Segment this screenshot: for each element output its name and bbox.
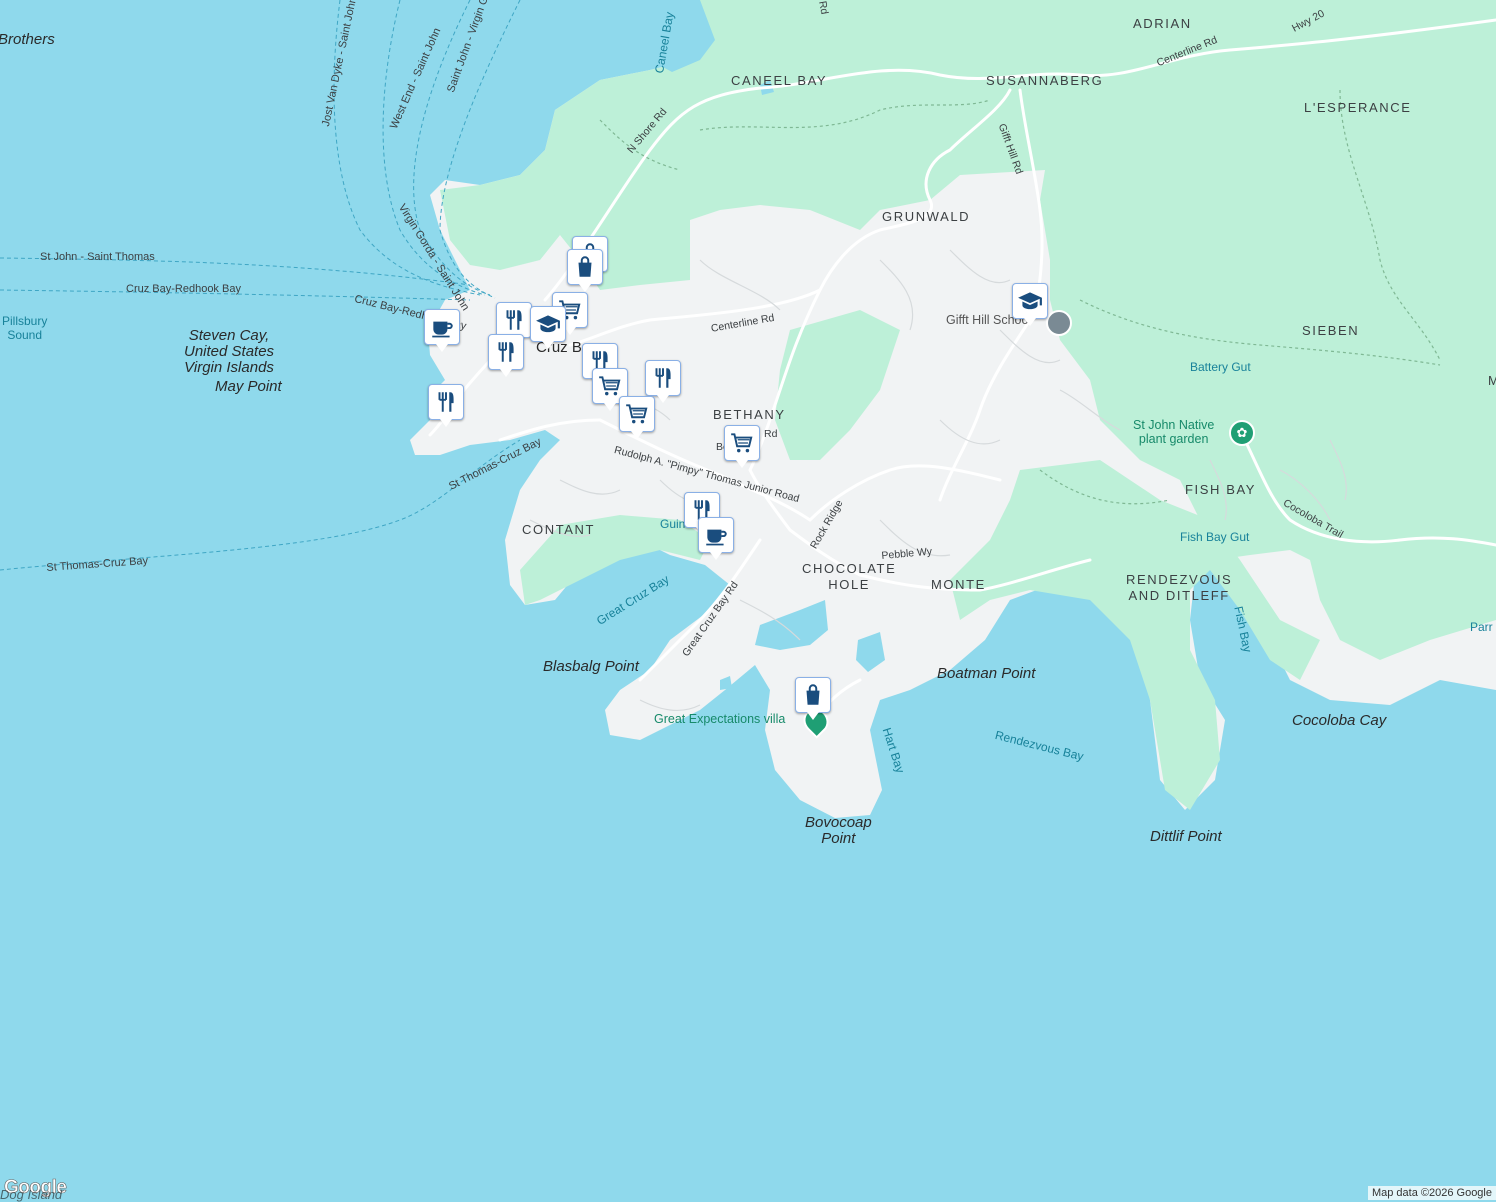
school-pin-cruz-bay[interactable] (530, 306, 566, 349)
shopping-bag-icon (800, 682, 826, 708)
restaurant-icon (501, 307, 527, 333)
shopping-bag-icon (572, 254, 598, 280)
restaurant-pin-cruz-bay-1[interactable] (496, 302, 532, 345)
map-attribution[interactable]: Map data ©2026 Google (1367, 1186, 1496, 1200)
shopping-cart-icon (597, 373, 623, 399)
restaurant-pin-cruz-bay-2[interactable] (488, 334, 524, 377)
school-icon (1017, 288, 1043, 314)
restaurant-pin-point[interactable] (428, 384, 464, 427)
coffee-cup-icon (429, 314, 455, 340)
restaurant-icon (493, 339, 519, 365)
shopping-cart-icon (729, 430, 755, 456)
cafe-pin-guinea[interactable] (698, 517, 734, 560)
grocery-pin-bethany[interactable] (724, 425, 760, 468)
school-icon (535, 311, 561, 337)
map-canvas[interactable] (0, 0, 1496, 1200)
restaurant-icon (650, 365, 676, 391)
school-pin-gifft-hill[interactable] (1012, 283, 1048, 326)
shopping-cart-icon (624, 401, 650, 427)
restaurant-icon (433, 389, 459, 415)
shopping-pin-great-expectations[interactable] (795, 677, 831, 720)
grocery-pin-mid-2[interactable] (619, 396, 655, 439)
google-logo: Google (4, 1177, 68, 1199)
shopping-pin-cruz-bay-2[interactable] (567, 249, 603, 292)
cafe-pin-west[interactable] (424, 309, 460, 352)
coffee-cup-icon (703, 522, 729, 548)
restaurant-pin-mid-2[interactable] (645, 360, 681, 403)
